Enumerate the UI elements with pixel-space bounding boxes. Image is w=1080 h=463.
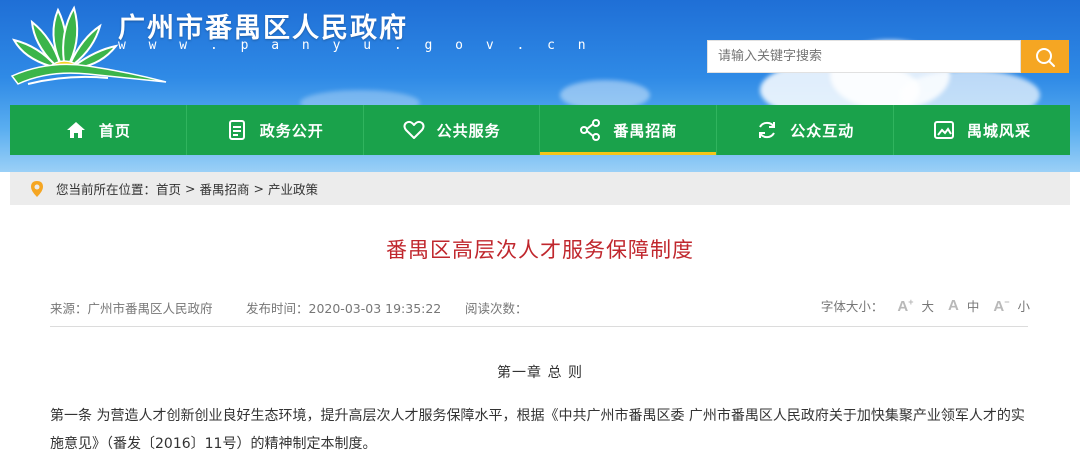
nav-item-home[interactable]: 首页	[10, 105, 187, 155]
main-nav: 首页 政务公开 公共服务 番禺招商 公众互动 禺城风采	[10, 105, 1070, 155]
breadcrumb-link-industry-policy[interactable]: 产业政策	[268, 179, 318, 198]
font-size-medium-label: 中	[966, 299, 980, 314]
breadcrumb-separator: >	[185, 181, 196, 196]
chapter-heading: 第一章 总 则	[497, 365, 583, 381]
nav-label: 公众互动	[790, 121, 855, 140]
breadcrumb-link-investment[interactable]: 番禺招商	[200, 179, 250, 198]
view-count: 阅读次数：	[465, 301, 528, 316]
home-icon	[65, 119, 87, 141]
search-input[interactable]	[707, 40, 1021, 73]
search-icon	[1036, 47, 1055, 67]
breadcrumb: 您当前所在位置： 首页 > 番禺招商 > 产业政策	[10, 172, 1070, 205]
site-url: w w w . p a n y u . g o v . c n	[118, 38, 594, 53]
font-size-small-label: 小	[1017, 299, 1030, 314]
heart-icon	[403, 119, 425, 141]
article-title: 番禺区高层次人才服务保障制度	[386, 238, 694, 262]
publish-time: 发布时间：2020-03-03 19:35:22	[246, 301, 442, 316]
nav-item-interaction[interactable]: 公众互动	[717, 105, 895, 155]
breadcrumb-prefix: 您当前所在位置：	[56, 182, 157, 197]
nav-label: 番禺招商	[613, 121, 678, 140]
nav-label: 公共服务	[436, 121, 501, 140]
search-button[interactable]	[1021, 40, 1069, 73]
article-source: 来源：广州市番禺区人民政府	[50, 301, 213, 316]
font-size-large-label: 大	[921, 299, 935, 314]
breadcrumb-link-home[interactable]: 首页	[156, 179, 181, 198]
breadcrumb-separator: >	[253, 181, 265, 196]
nav-label: 首页	[98, 121, 131, 140]
article-paragraph: 第一条 为营造人才创新创业良好生态环境，提升高层次人才服务保障水平，根据《中共广…	[50, 408, 1025, 452]
font-medium-icon: A	[948, 297, 959, 314]
nav-item-gov-affairs[interactable]: 政务公开	[187, 105, 364, 155]
meta-divider	[50, 326, 1028, 327]
nav-label: 政务公开	[259, 121, 324, 140]
nav-item-public-service[interactable]: 公共服务	[364, 105, 541, 155]
location-pin-icon	[30, 180, 44, 198]
font-size-large-button[interactable]: A+ 大	[897, 296, 934, 315]
nav-label: 禺城风采	[967, 121, 1032, 140]
font-size-label: 字体大小：	[820, 299, 884, 314]
font-size-controls: 字体大小： A+ 大 A 中 A− 小	[821, 296, 1030, 315]
share-icon	[579, 119, 601, 141]
font-size-small-button[interactable]: A− 小	[993, 296, 1030, 315]
refresh-icon	[756, 119, 778, 141]
nav-item-city-style[interactable]: 禺城风采	[894, 105, 1070, 155]
font-decrease-icon: A−	[993, 296, 1010, 315]
nav-item-investment[interactable]: 番禺招商	[540, 105, 718, 155]
font-size-medium-button[interactable]: A 中	[948, 296, 979, 315]
picture-icon	[933, 119, 955, 141]
font-increase-icon: A+	[897, 296, 914, 315]
article-meta: 来源：广州市番禺区人民政府 发布时间：2020-03-03 19:35:22 阅…	[50, 296, 1030, 317]
document-icon	[226, 119, 248, 141]
